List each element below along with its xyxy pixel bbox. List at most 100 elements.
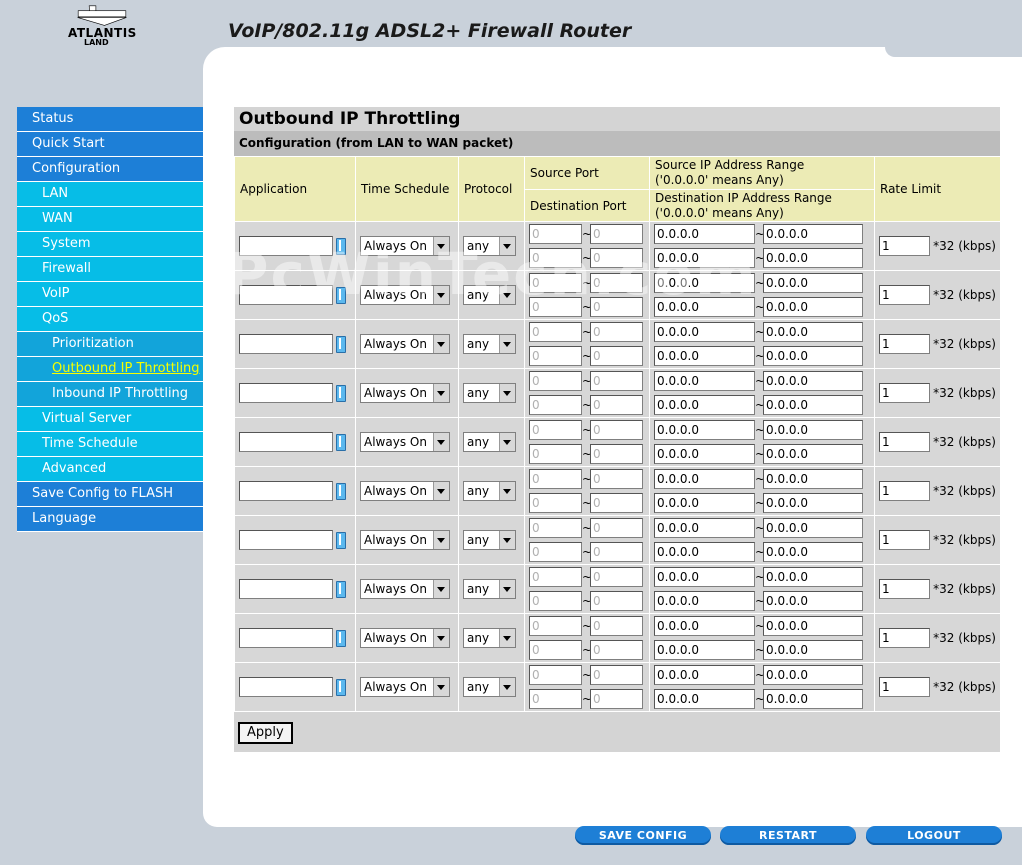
- dest-port-start-input[interactable]: 0: [529, 493, 582, 513]
- sidebar-item-language[interactable]: Language: [17, 507, 203, 532]
- source-port-end-input[interactable]: 0: [590, 322, 643, 342]
- protocol-select[interactable]: any: [463, 628, 516, 648]
- protocol-select[interactable]: any: [463, 579, 516, 599]
- source-ip-end-input[interactable]: 0.0.0.0: [763, 273, 863, 293]
- sidebar-item-system[interactable]: System: [17, 232, 203, 257]
- protocol-select[interactable]: any: [463, 432, 516, 452]
- sidebar-item-lan[interactable]: LAN: [17, 182, 203, 207]
- source-port-start-input[interactable]: 0: [529, 469, 582, 489]
- source-ip-end-input[interactable]: 0.0.0.0: [763, 518, 863, 538]
- protocol-select[interactable]: any: [463, 334, 516, 354]
- rate-limit-input[interactable]: 1: [879, 530, 931, 550]
- dest-port-end-input[interactable]: 0: [590, 640, 643, 660]
- dest-ip-end-input[interactable]: 0.0.0.0: [763, 444, 863, 464]
- source-port-end-input[interactable]: 0: [590, 469, 643, 489]
- dest-ip-start-input[interactable]: 0.0.0.0: [654, 297, 755, 317]
- time-schedule-select[interactable]: Always On: [360, 628, 450, 648]
- application-input[interactable]: [239, 285, 333, 305]
- source-ip-start-input[interactable]: 0.0.0.0: [654, 224, 755, 244]
- application-input[interactable]: [239, 432, 333, 452]
- source-port-start-input[interactable]: 0: [529, 224, 582, 244]
- save-config-button[interactable]: SAVE CONFIG: [575, 826, 711, 845]
- sidebar-item-configuration[interactable]: Configuration: [17, 157, 203, 182]
- protocol-select[interactable]: any: [463, 236, 516, 256]
- dest-ip-end-input[interactable]: 0.0.0.0: [763, 689, 863, 709]
- dest-ip-end-input[interactable]: 0.0.0.0: [763, 248, 863, 268]
- source-ip-start-input[interactable]: 0.0.0.0: [654, 518, 755, 538]
- source-ip-start-input[interactable]: 0.0.0.0: [654, 322, 755, 342]
- dest-port-end-input[interactable]: 0: [590, 493, 643, 513]
- dest-ip-start-input[interactable]: 0.0.0.0: [654, 591, 755, 611]
- address-book-icon[interactable]: [336, 287, 346, 304]
- dest-port-start-input[interactable]: 0: [529, 395, 582, 415]
- dest-port-end-input[interactable]: 0: [590, 346, 643, 366]
- sidebar-item-voip[interactable]: VoIP: [17, 282, 203, 307]
- dest-ip-start-input[interactable]: 0.0.0.0: [654, 395, 755, 415]
- application-input[interactable]: [239, 236, 333, 256]
- address-book-icon[interactable]: [336, 385, 346, 402]
- source-ip-end-input[interactable]: 0.0.0.0: [763, 224, 863, 244]
- dest-port-start-input[interactable]: 0: [529, 640, 582, 660]
- time-schedule-select[interactable]: Always On: [360, 530, 450, 550]
- application-input[interactable]: [239, 334, 333, 354]
- source-port-end-input[interactable]: 0: [590, 420, 643, 440]
- time-schedule-select[interactable]: Always On: [360, 383, 450, 403]
- address-book-icon[interactable]: [336, 434, 346, 451]
- rate-limit-input[interactable]: 1: [879, 628, 931, 648]
- rate-limit-input[interactable]: 1: [879, 285, 931, 305]
- application-input[interactable]: [239, 677, 333, 697]
- source-ip-end-input[interactable]: 0.0.0.0: [763, 616, 863, 636]
- time-schedule-select[interactable]: Always On: [360, 481, 450, 501]
- dest-port-start-input[interactable]: 0: [529, 542, 582, 562]
- source-port-end-input[interactable]: 0: [590, 371, 643, 391]
- source-ip-end-input[interactable]: 0.0.0.0: [763, 469, 863, 489]
- application-input[interactable]: [239, 628, 333, 648]
- protocol-select[interactable]: any: [463, 677, 516, 697]
- source-ip-end-input[interactable]: 0.0.0.0: [763, 420, 863, 440]
- dest-port-start-input[interactable]: 0: [529, 591, 582, 611]
- dest-ip-end-input[interactable]: 0.0.0.0: [763, 493, 863, 513]
- dest-port-end-input[interactable]: 0: [590, 248, 643, 268]
- source-port-start-input[interactable]: 0: [529, 273, 582, 293]
- dest-port-end-input[interactable]: 0: [590, 395, 643, 415]
- source-port-end-input[interactable]: 0: [590, 567, 643, 587]
- address-book-icon[interactable]: [336, 630, 346, 647]
- logout-button[interactable]: LOGOUT: [866, 826, 1002, 845]
- apply-button[interactable]: Apply: [238, 722, 293, 744]
- dest-port-end-input[interactable]: 0: [590, 689, 643, 709]
- rate-limit-input[interactable]: 1: [879, 677, 931, 697]
- dest-port-start-input[interactable]: 0: [529, 689, 582, 709]
- protocol-select[interactable]: any: [463, 285, 516, 305]
- time-schedule-select[interactable]: Always On: [360, 432, 450, 452]
- time-schedule-select[interactable]: Always On: [360, 285, 450, 305]
- source-port-end-input[interactable]: 0: [590, 224, 643, 244]
- dest-ip-start-input[interactable]: 0.0.0.0: [654, 689, 755, 709]
- sidebar-item-advanced[interactable]: Advanced: [17, 457, 203, 482]
- source-port-end-input[interactable]: 0: [590, 273, 643, 293]
- dest-ip-start-input[interactable]: 0.0.0.0: [654, 640, 755, 660]
- dest-ip-end-input[interactable]: 0.0.0.0: [763, 297, 863, 317]
- dest-ip-start-input[interactable]: 0.0.0.0: [654, 248, 755, 268]
- source-ip-start-input[interactable]: 0.0.0.0: [654, 469, 755, 489]
- source-port-start-input[interactable]: 0: [529, 567, 582, 587]
- dest-ip-end-input[interactable]: 0.0.0.0: [763, 395, 863, 415]
- application-input[interactable]: [239, 530, 333, 550]
- source-port-start-input[interactable]: 0: [529, 518, 582, 538]
- sidebar-item-prioritization[interactable]: Prioritization: [17, 332, 203, 357]
- time-schedule-select[interactable]: Always On: [360, 677, 450, 697]
- source-port-start-input[interactable]: 0: [529, 665, 582, 685]
- source-port-start-input[interactable]: 0: [529, 420, 582, 440]
- dest-port-start-input[interactable]: 0: [529, 444, 582, 464]
- rate-limit-input[interactable]: 1: [879, 383, 931, 403]
- sidebar-item-virtual-server[interactable]: Virtual Server: [17, 407, 203, 432]
- time-schedule-select[interactable]: Always On: [360, 579, 450, 599]
- dest-ip-end-input[interactable]: 0.0.0.0: [763, 346, 863, 366]
- source-ip-end-input[interactable]: 0.0.0.0: [763, 567, 863, 587]
- application-input[interactable]: [239, 481, 333, 501]
- sidebar-item-status[interactable]: Status: [17, 107, 203, 132]
- address-book-icon[interactable]: [336, 483, 346, 500]
- rate-limit-input[interactable]: 1: [879, 432, 931, 452]
- address-book-icon[interactable]: [336, 238, 346, 255]
- application-input[interactable]: [239, 579, 333, 599]
- dest-ip-start-input[interactable]: 0.0.0.0: [654, 444, 755, 464]
